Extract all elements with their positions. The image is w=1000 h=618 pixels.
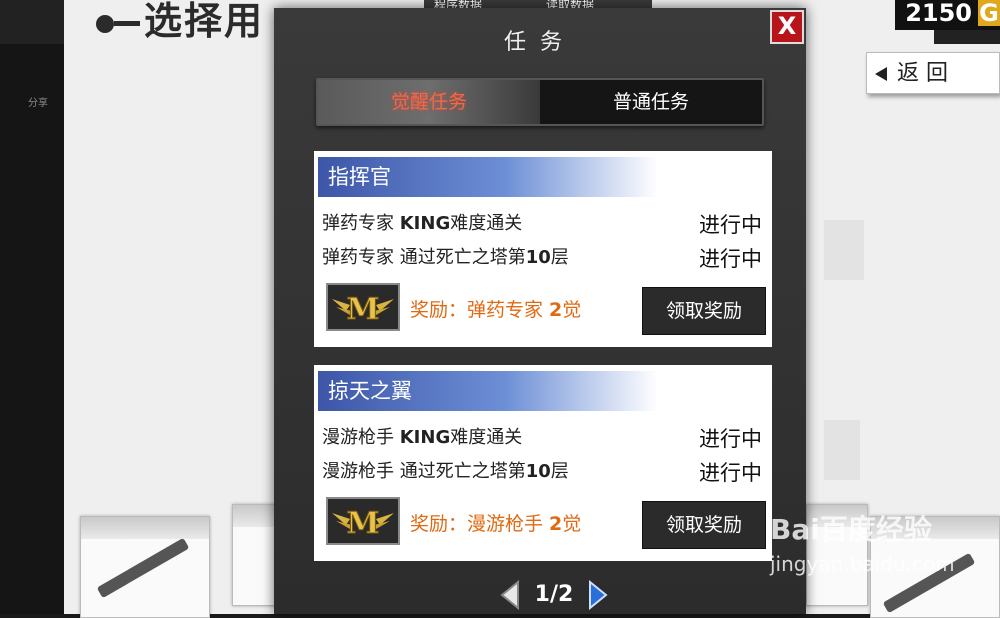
claim-reward-button[interactable]: 领取奖励: [642, 501, 766, 549]
next-page-icon[interactable]: [586, 579, 610, 611]
left-panel-text: 分享: [28, 98, 48, 109]
page-indicator: 1/2: [534, 582, 574, 607]
pager: 1/2: [274, 579, 806, 611]
objective-status: 进行中: [699, 247, 762, 271]
svg-text:M: M: [346, 506, 379, 541]
background-title: 选择用: [96, 0, 264, 45]
background-block: [824, 420, 860, 480]
task-name: 指挥官: [318, 157, 658, 197]
task-tabs: 觉醒任务 普通任务: [316, 78, 764, 126]
back-button[interactable]: 返 回: [866, 52, 1000, 94]
task-objective: 漫游枪手 KING难度通关 进行中: [322, 423, 762, 451]
weapon-card[interactable]: [232, 504, 278, 606]
gold-amount: 2150: [905, 0, 972, 27]
watermark-brand: Bai百度经验: [770, 513, 932, 546]
task-card: 指挥官 弹药专家 KING难度通关 进行中 弹药专家 通过死亡之塔第10层 进行…: [314, 151, 772, 347]
back-arrow-icon: [875, 67, 887, 81]
watermark: Bai百度经验 jingyan.baidu.com: [770, 508, 955, 576]
tab-awakening-tasks[interactable]: 觉醒任务: [318, 80, 540, 124]
task-objective: 漫游枪手 通过死亡之塔第10层 进行中: [322, 457, 762, 485]
claim-reward-button[interactable]: 领取奖励: [642, 287, 766, 335]
m-wings-badge-icon: M: [326, 283, 400, 331]
prev-page-icon[interactable]: [498, 579, 522, 611]
task-modal: 任务 X 觉醒任务 普通任务 指挥官 弹药专家 KING难度通关 进行中 弹药专…: [274, 8, 806, 614]
weapon-card[interactable]: [80, 516, 210, 618]
weapon-icon: [96, 537, 190, 599]
title-dot-icon: [96, 14, 114, 33]
back-label: 返 回: [897, 61, 948, 86]
reward-text: 奖励：弹药专家 2觉: [410, 299, 582, 321]
svg-text:M: M: [346, 292, 379, 327]
gold-coin-icon: G: [978, 0, 1000, 27]
watermark-url: jingyan.baidu.com: [770, 552, 955, 576]
gold-counter: 2150 G: [895, 0, 1000, 30]
task-objective: 弹药专家 通过死亡之塔第10层 进行中: [322, 243, 762, 271]
objective-status: 进行中: [699, 427, 762, 451]
reward-text: 奖励：漫游枪手 2觉: [410, 513, 582, 535]
task-card: 掠天之翼 漫游枪手 KING难度通关 进行中 漫游枪手 通过死亡之塔第10层 进…: [314, 365, 772, 561]
modal-title: 任务: [503, 30, 576, 55]
objective-status: 进行中: [699, 461, 762, 485]
objective-status: 进行中: [699, 213, 762, 237]
task-objective: 弹药专家 KING难度通关 进行中: [322, 209, 762, 237]
close-button[interactable]: X: [770, 10, 804, 44]
task-name: 掠天之翼: [318, 371, 658, 411]
background-block: [824, 220, 864, 280]
close-icon: X: [777, 12, 797, 40]
m-wings-badge-icon: M: [326, 497, 400, 545]
left-dark-panel: 分享: [0, 0, 64, 614]
tab-normal-tasks[interactable]: 普通任务: [540, 80, 762, 124]
